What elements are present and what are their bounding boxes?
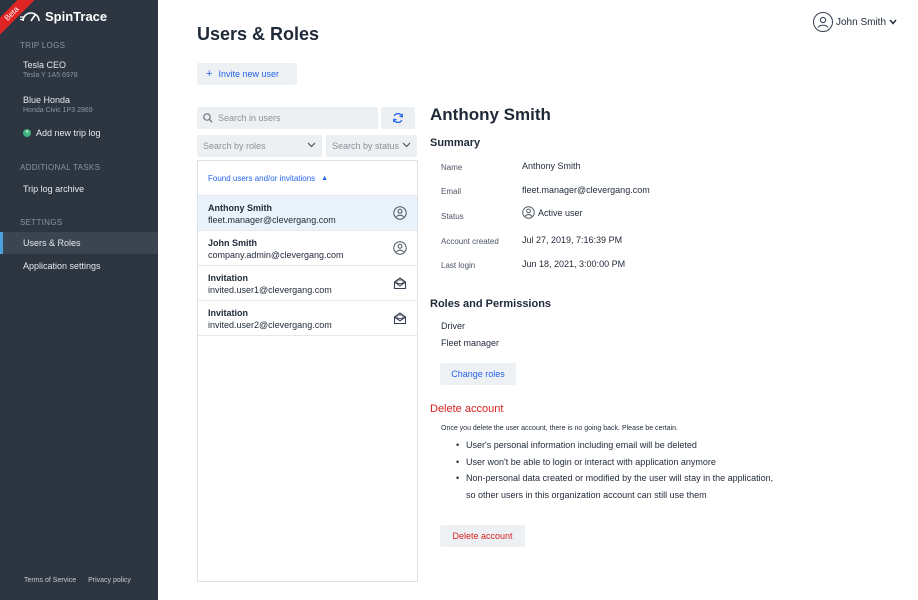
app-name: SpinTrace (45, 9, 108, 24)
list-item-email: fleet.manager@clevergang.com (208, 215, 336, 225)
trip-log-item[interactable]: Blue Honda Honda Civic 1P3 2869 (23, 95, 93, 114)
privacy-link[interactable]: Privacy policy (88, 577, 131, 584)
add-trip-log-button[interactable]: + Add new trip log (23, 128, 101, 138)
envelope-open-icon (393, 312, 407, 325)
delete-account-button[interactable]: Delete account (440, 525, 525, 547)
list-item-name: Invitation (208, 273, 248, 283)
list-item: User won't be able to login or interact … (456, 454, 836, 471)
list-item-email: company.admin@clevergang.com (208, 250, 344, 260)
list-item-name: Anthony Smith (208, 203, 272, 213)
chevron-down-icon (889, 17, 897, 27)
change-roles-button[interactable]: Change roles (440, 363, 516, 385)
refresh-icon (393, 112, 403, 124)
sidebar-item-application-settings[interactable]: Application settings (0, 255, 158, 277)
speedometer-logo-icon (20, 12, 40, 22)
status-text: Active user (538, 207, 583, 218)
sidebar-item-trip-log-archive[interactable]: Trip log archive (0, 178, 158, 200)
last-login-value: Jun 18, 2021, 3:00:00 PM (522, 259, 626, 269)
chevron-down-icon (402, 140, 411, 150)
invite-label: Invite new user (218, 69, 279, 79)
envelope-open-icon (393, 277, 407, 290)
users-list: Found users and/or invitations ▲ Anthony… (197, 160, 418, 582)
list-item: so other users in this organization acco… (466, 489, 707, 500)
list-header-label: Found users and/or invitations (208, 173, 316, 183)
email-label: Email (441, 187, 462, 196)
user-avatar-icon (813, 12, 833, 32)
chevron-down-icon (307, 142, 316, 148)
status-filter-placeholder: Search by status (332, 141, 400, 151)
list-item[interactable]: Invitation invited.user1@clevergang.com (198, 266, 417, 301)
settings-heading: SETTINGS (20, 218, 63, 227)
sidebar-item-users-roles[interactable]: Users & Roles (0, 232, 158, 254)
delete-account-heading: Delete account (430, 403, 504, 415)
page-title: Users & Roles (197, 24, 320, 44)
role-item: Fleet manager (441, 338, 500, 348)
search-users-field (197, 107, 378, 129)
delete-warning-text: Once you delete the user account, there … (441, 425, 678, 432)
account-created-value: Jul 27, 2019, 7:16:39 PM (522, 235, 623, 245)
refresh-button[interactable] (381, 107, 415, 129)
list-item: Non-personal data created or modified by… (456, 470, 836, 487)
trip-name: Tesla CEO (23, 60, 67, 70)
user-icon (393, 241, 407, 255)
trip-log-item[interactable]: Tesla CEO Tesla Y 1A5 6978 (23, 60, 78, 79)
delete-consequences-list: User's personal information including em… (456, 437, 836, 503)
trip-vehicle: Honda Civic 1P3 2869 (23, 107, 93, 114)
search-users-input[interactable] (218, 113, 368, 123)
search-icon (203, 113, 213, 123)
email-value: fleet.manager@clevergang.com (522, 185, 650, 195)
status-value: Active user (522, 206, 583, 219)
roles-filter-placeholder: Search by roles (203, 141, 266, 151)
user-icon (522, 206, 535, 219)
sort-up-icon: ▲ (321, 174, 329, 182)
plus-icon: + (206, 68, 213, 80)
plus-circle-icon: + (23, 129, 31, 137)
user-menu[interactable]: John Smith (813, 12, 897, 32)
additional-tasks-heading: ADDITIONAL TASKS (20, 163, 101, 172)
trip-vehicle: Tesla Y 1A5 6978 (23, 72, 78, 79)
list-item[interactable]: John Smith company.admin@clevergang.com (198, 231, 417, 266)
sidebar: Beta SpinTrace TRIP LOGS Tesla CEO Tesla… (0, 0, 158, 600)
user-detail-name: Anthony Smith (430, 105, 551, 124)
brand[interactable]: Beta SpinTrace (0, 0, 158, 37)
role-item: Driver (441, 321, 465, 331)
name-value: Anthony Smith (522, 161, 581, 171)
status-filter-select[interactable]: Search by status (326, 135, 417, 157)
last-login-label: Last login (441, 261, 476, 270)
list-item: User's personal information including em… (456, 437, 836, 454)
roles-filter-select[interactable]: Search by roles (197, 135, 322, 157)
summary-heading: Summary (430, 137, 481, 149)
user-name: John Smith (836, 16, 887, 28)
account-created-label: Account created (441, 237, 499, 246)
invite-user-button[interactable]: + Invite new user (197, 63, 297, 85)
list-item[interactable]: Anthony Smith fleet.manager@clevergang.c… (198, 196, 417, 231)
list-item-name: Invitation (208, 308, 248, 318)
list-item-email: invited.user1@clevergang.com (208, 285, 332, 295)
trip-name: Blue Honda (23, 95, 71, 105)
list-sort-header[interactable]: Found users and/or invitations ▲ (198, 161, 417, 196)
list-item[interactable]: Invitation invited.user2@clevergang.com (198, 301, 417, 336)
name-label: Name (441, 163, 463, 172)
footer-links: Terms of Service Privacy policy (24, 577, 141, 584)
add-trip-label: Add new trip log (36, 128, 101, 138)
trip-logs-heading: TRIP LOGS (20, 41, 66, 50)
list-item-name: John Smith (208, 238, 257, 248)
status-label: Status (441, 212, 464, 221)
roles-heading: Roles and Permissions (430, 298, 552, 310)
list-item-email: invited.user2@clevergang.com (208, 320, 332, 330)
user-icon (393, 206, 407, 220)
terms-link[interactable]: Terms of Service (24, 577, 76, 584)
